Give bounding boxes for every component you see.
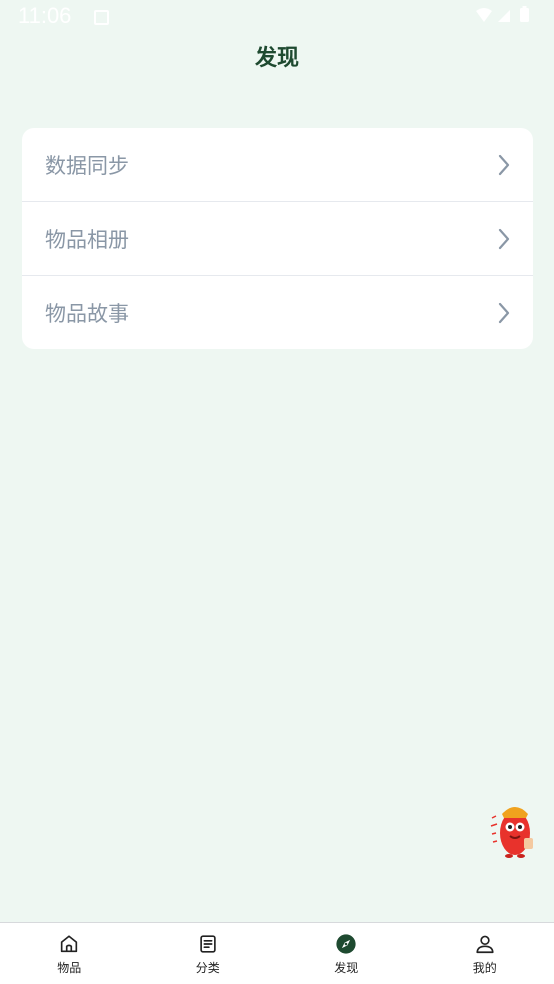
discover-menu-card: 数据同步 物品相册 物品故事 [22, 128, 533, 349]
chevron-right-icon [498, 302, 510, 323]
chevron-right-icon [498, 154, 510, 175]
list-icon [200, 935, 216, 953]
notification-icon [94, 10, 109, 25]
nav-label: 分类 [195, 961, 220, 975]
discover-screen: 11:06 发现 数据同步 物品相册 物品故事 物品 分类 发现 我的 [0, 0, 554, 984]
menu-item-item-story[interactable]: 物品故事 [22, 276, 533, 349]
compass-icon [336, 934, 356, 954]
nav-item-items[interactable]: 物品 [0, 923, 139, 984]
nav-label: 我的 [472, 961, 497, 975]
bottom-nav: 物品 分类 发现 我的 [0, 922, 554, 984]
nav-item-discover[interactable]: 发现 [277, 923, 416, 984]
user-icon [476, 935, 494, 954]
wifi-icon [476, 8, 492, 22]
menu-item-item-album[interactable]: 物品相册 [22, 202, 533, 276]
battery-icon [520, 6, 529, 22]
status-bar: 11:06 [0, 0, 554, 32]
status-icons [474, 6, 538, 24]
menu-item-label: 物品相册 [45, 227, 129, 252]
menu-item-data-sync[interactable]: 数据同步 [22, 128, 533, 202]
nav-label: 物品 [57, 961, 82, 975]
menu-item-label: 物品故事 [45, 301, 129, 326]
status-time: 11:06 [18, 3, 72, 28]
page-title: 发现 [254, 46, 299, 71]
home-icon [61, 935, 78, 953]
signal-icon [498, 10, 510, 22]
nav-item-categories[interactable]: 分类 [139, 923, 278, 984]
nav-item-profile[interactable]: 我的 [416, 923, 554, 984]
mascot-icon[interactable] [486, 800, 536, 860]
nav-label: 发现 [334, 961, 359, 975]
menu-item-label: 数据同步 [45, 153, 129, 178]
chevron-right-icon [498, 228, 510, 249]
